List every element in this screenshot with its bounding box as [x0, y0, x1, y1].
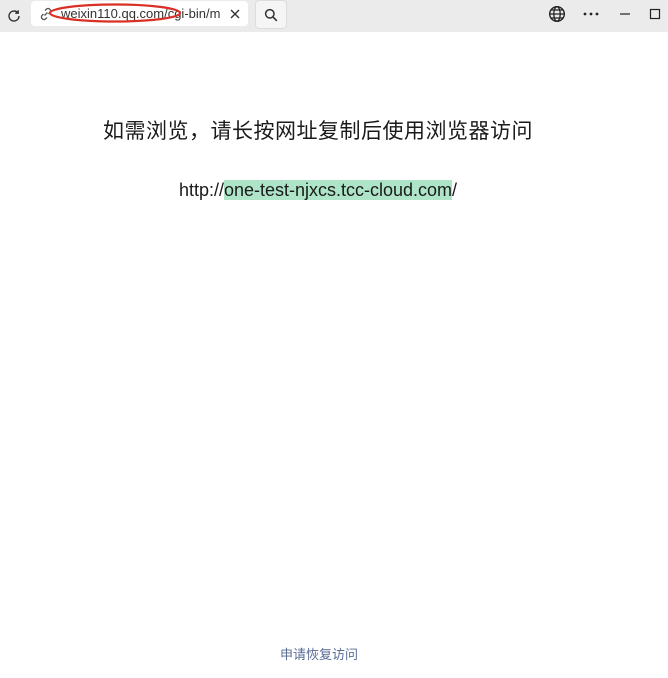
request-restore-access-link[interactable]: 申请恢复访问	[0, 647, 638, 665]
url-prefix: http://	[178, 180, 224, 200]
url-highlighted-domain[interactable]: one-test-njxcs.tcc-cloud.com	[223, 180, 453, 200]
page-title: 如需浏览，请长按网址复制后使用浏览器访问	[103, 119, 533, 143]
url-suffix: /	[452, 180, 458, 200]
red-circle-annotation	[48, 3, 182, 23]
copyable-url[interactable]: http://one-test-njxcs.tcc-cloud.com/	[0, 179, 636, 201]
maximize-icon[interactable]	[641, 0, 668, 28]
browser-toolbar: weixin110.qq.com/cgi-bin/mmspamsupport	[0, 0, 668, 32]
minimize-icon[interactable]	[611, 0, 639, 28]
close-icon[interactable]	[226, 5, 244, 23]
reload-icon[interactable]	[0, 2, 28, 30]
globe-icon[interactable]	[543, 0, 571, 28]
more-icon[interactable]	[577, 0, 605, 28]
search-icon[interactable]	[255, 0, 287, 29]
